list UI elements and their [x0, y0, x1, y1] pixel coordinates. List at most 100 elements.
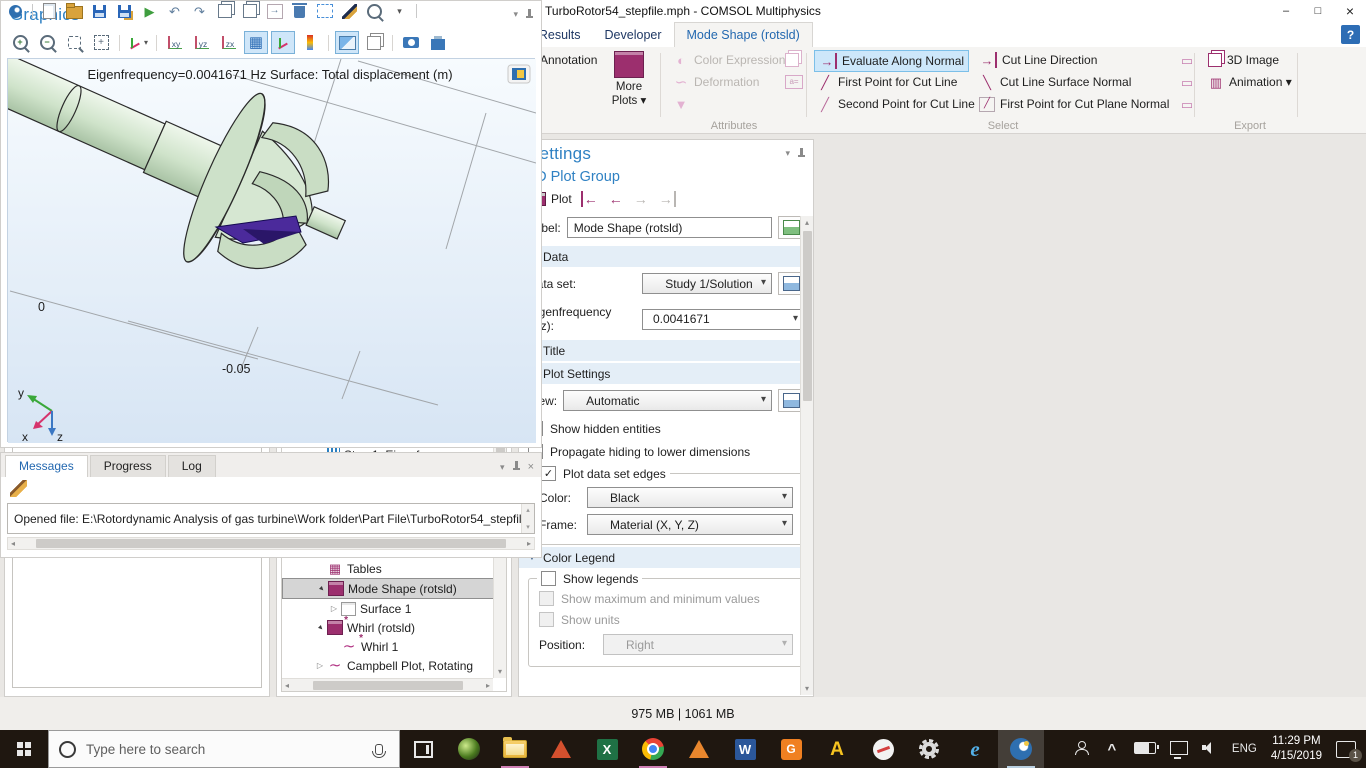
- taskbar-task-view[interactable]: [400, 730, 446, 768]
- 3d-image-button[interactable]: 3D Image: [1205, 50, 1282, 70]
- tab-messages[interactable]: Messages: [5, 455, 88, 477]
- tab-mode-shape[interactable]: Mode Shape (rotsld): [674, 22, 813, 47]
- tab-log[interactable]: Log: [168, 455, 216, 477]
- save-as-button[interactable]: [116, 3, 133, 20]
- messages-horizontal-scrollbar[interactable]: ◂▸: [7, 537, 535, 550]
- open-file-button[interactable]: [66, 3, 83, 20]
- section-title[interactable]: ▶Title: [519, 340, 813, 361]
- qat-menu-button[interactable]: ▾: [391, 3, 408, 20]
- data-set-select[interactable]: Study 1/Solution: [642, 273, 772, 294]
- run-button[interactable]: ▶: [141, 3, 158, 20]
- tree-item-campbell-plot-rotating[interactable]: ▷∼Campbell Plot, Rotating: [282, 656, 506, 675]
- next-solution-button[interactable]: →: [633, 191, 649, 207]
- selico2-button[interactable]: ▭: [1176, 72, 1198, 92]
- second-point-for-cut-line-button[interactable]: ╱Second Point for Cut Line: [814, 94, 978, 114]
- settings-scrollbar[interactable]: ▴▾: [800, 216, 813, 695]
- copy-button[interactable]: [216, 3, 233, 20]
- panel-menu-icon[interactable]: ▾: [785, 148, 790, 159]
- previous-solution-button[interactable]: ←: [608, 191, 624, 207]
- taskbar-internet-explorer[interactable]: e: [952, 730, 998, 768]
- label-input[interactable]: Mode Shape (rotsld): [567, 217, 772, 238]
- section-plot-settings[interactable]: ▼Plot Settings: [519, 363, 813, 384]
- select-box-button[interactable]: [316, 3, 333, 20]
- first-point-for-cut-line-button[interactable]: ╱First Point for Cut Line: [814, 72, 960, 92]
- tree-item-tables[interactable]: ▦Tables: [282, 559, 506, 578]
- transp-button[interactable]: [335, 31, 359, 54]
- taskbar-search[interactable]: Type here to search: [48, 730, 400, 768]
- pin-icon[interactable]: [525, 9, 534, 21]
- view-select[interactable]: Automatic: [563, 390, 772, 411]
- taskbar-file-explorer[interactable]: [492, 730, 538, 768]
- selico-button[interactable]: ▭: [1176, 50, 1198, 70]
- magp-button[interactable]: +: [8, 31, 32, 54]
- triad-button[interactable]: ▾: [126, 31, 150, 54]
- selico3-button[interactable]: ▭: [1176, 94, 1198, 114]
- delete-button[interactable]: [291, 3, 308, 20]
- start-button[interactable]: [0, 730, 48, 768]
- cam-button[interactable]: [399, 31, 423, 54]
- tree-horizontal-scrollbar[interactable]: ◂▸: [282, 678, 493, 691]
- help-button[interactable]: ?: [1341, 25, 1360, 44]
- section-data[interactable]: ▼Data: [519, 246, 813, 267]
- pin-icon[interactable]: [512, 461, 521, 473]
- tray-battery[interactable]: [1134, 742, 1156, 757]
- legendbar-button[interactable]: [298, 31, 322, 54]
- tree-item-whirl-rotsld[interactable]: ▲*Whirl (rotsld): [282, 618, 506, 637]
- tree-item-surface-1[interactable]: ▷Surface 1: [282, 599, 506, 618]
- axxy-button[interactable]: xy: [163, 31, 187, 54]
- tree-item-mode-shape-rotsld[interactable]: ▲Mode Shape (rotsld): [282, 578, 506, 599]
- cut-line-direction-button[interactable]: →Cut Line Direction: [976, 50, 1100, 70]
- expanded-arrow-icon[interactable]: ▲: [315, 585, 327, 592]
- new-file-button[interactable]: [41, 3, 58, 20]
- collapsed-arrow-icon[interactable]: ▷: [328, 604, 340, 613]
- close-button[interactable]: ×: [1334, 0, 1366, 22]
- tab-progress[interactable]: Progress: [90, 455, 166, 477]
- gridic-button[interactable]: ▦: [244, 31, 268, 54]
- animation-button[interactable]: ▥Animation ▾: [1205, 72, 1295, 92]
- cut-line-surface-normal-button[interactable]: ╲Cut Line Surface Normal: [976, 72, 1134, 92]
- layers-button[interactable]: [362, 31, 386, 54]
- axyz-button[interactable]: yz: [190, 31, 214, 54]
- prn-button[interactable]: [426, 31, 450, 54]
- eigenfrequency-combo[interactable]: 0.0041671: [642, 309, 804, 330]
- expanded-arrow-icon[interactable]: ▲: [314, 624, 326, 631]
- evaluate-along-normal-button[interactable]: →Evaluate Along Normal: [814, 50, 969, 72]
- taskbar-app-orb[interactable]: [446, 730, 492, 768]
- microphone-icon[interactable]: [375, 744, 383, 755]
- taskbar-download-manager[interactable]: [860, 730, 906, 768]
- zoom-find-button[interactable]: [366, 3, 383, 20]
- color-select[interactable]: Black: [587, 487, 793, 508]
- show-legends-checkbox[interactable]: [541, 571, 556, 586]
- canvas-corner-widget[interactable]: [508, 65, 530, 83]
- notification-icon[interactable]: 1: [1336, 741, 1356, 758]
- clock[interactable]: 11:29 PM 4/15/2019: [1271, 734, 1322, 764]
- tray-people[interactable]: [1074, 741, 1090, 758]
- first-solution-button[interactable]: ←: [581, 191, 599, 207]
- minimize-button[interactable]: –: [1270, 0, 1302, 22]
- undo-button[interactable]: ↶: [166, 3, 183, 20]
- pin-icon[interactable]: [797, 148, 806, 160]
- section-color-legend[interactable]: ▼Color Legend: [519, 547, 813, 568]
- taskbar-avira[interactable]: A: [814, 730, 860, 768]
- tray-vol[interactable]: [1202, 741, 1218, 757]
- magm-button[interactable]: −: [35, 31, 59, 54]
- taskbar-windows-settings[interactable]: [906, 730, 952, 768]
- tab-developer[interactable]: Developer: [593, 22, 674, 47]
- tray-chevup[interactable]: ^: [1104, 741, 1120, 757]
- save-button[interactable]: [91, 3, 108, 20]
- tree-item-whirl-1[interactable]: ∼*Whirl 1: [282, 637, 506, 656]
- taskbar-pdf-app[interactable]: G: [768, 730, 814, 768]
- taskbar-word[interactable]: W: [722, 730, 768, 768]
- magbx-button[interactable]: [62, 31, 86, 54]
- comsol-logo-button[interactable]: [7, 3, 24, 20]
- plot-edges-checkbox[interactable]: ✓: [541, 466, 556, 481]
- redo-button[interactable]: ↷: [191, 3, 208, 20]
- paste-button[interactable]: [241, 3, 258, 20]
- clear-messages-icon[interactable]: [10, 480, 27, 497]
- axesbox-button[interactable]: [271, 31, 295, 54]
- taskbar-vlc[interactable]: [676, 730, 722, 768]
- taskbar-chrome[interactable]: [630, 730, 676, 768]
- close-panel-icon[interactable]: ×: [528, 461, 534, 473]
- panel-menu-icon[interactable]: ▾: [513, 9, 518, 20]
- axzx-button[interactable]: zx: [217, 31, 241, 54]
